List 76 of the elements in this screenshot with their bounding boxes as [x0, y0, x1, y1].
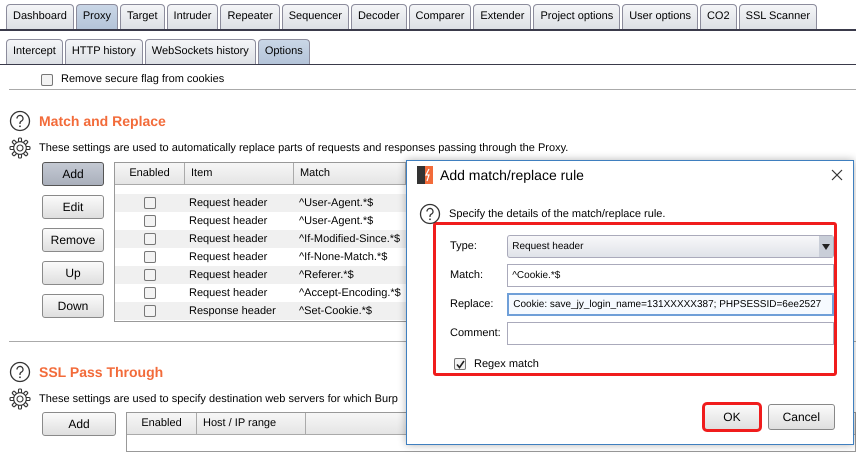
table-cell-text: Request header: [188, 232, 268, 247]
section-description: These settings are used to specify destination web servers for which Burp: [39, 392, 398, 407]
button[interactable]: Cancel: [768, 404, 835, 430]
settings-icon[interactable]: [9, 388, 31, 410]
checkbox[interactable]: [144, 233, 156, 245]
input-field[interactable]: Cookie: save_jy_login_name=131XXXXX387; PHPSESSID=6ee2527: [507, 293, 834, 316]
section-title: SSL Pass Through: [39, 362, 164, 382]
checkbox[interactable]: [144, 215, 156, 227]
table-cell-text: Response header: [188, 304, 277, 319]
checkbox[interactable]: [144, 269, 156, 281]
checkbox[interactable]: [41, 74, 53, 86]
table-cell-text: Request header: [188, 250, 268, 265]
table-cell-text: ^Accept-Encoding.*$: [298, 286, 402, 301]
tab[interactable]: Dashboard: [6, 4, 74, 29]
button[interactable]: OK: [704, 404, 760, 430]
help-icon[interactable]: [9, 110, 31, 132]
field-label: Replace:: [450, 297, 494, 312]
dialog-title: Add match/replace rule: [440, 166, 585, 185]
checkbox[interactable]: [144, 197, 156, 209]
table-cell-text: Request header: [188, 214, 268, 229]
checkbox-label: Remove secure flag from cookies: [61, 72, 224, 88]
field-label: Type:: [450, 239, 478, 254]
table-cell-text: Request header: [188, 196, 268, 211]
dialog-instructions: Specify the details of the match/replace rule.: [449, 206, 666, 222]
checkbox[interactable]: [144, 287, 156, 299]
checkbox-label: Regex match: [474, 356, 539, 372]
input-field[interactable]: ^Cookie.*$: [507, 264, 834, 287]
button[interactable]: Add: [42, 162, 104, 186]
dropdown[interactable]: Request header: [507, 235, 834, 258]
button[interactable]: Up: [42, 261, 104, 285]
checkbox[interactable]: [144, 305, 156, 317]
column-header[interactable]: Enabled: [115, 163, 185, 184]
tab[interactable]: Project options: [533, 4, 620, 29]
column-header[interactable]: Item: [185, 163, 294, 184]
tab[interactable]: Target: [120, 4, 165, 29]
tab[interactable]: SSL Scanner: [738, 4, 818, 29]
field-label: Match:: [450, 268, 484, 284]
table-cell-text: ^User-Agent.*$: [298, 214, 374, 229]
help-icon[interactable]: [419, 203, 441, 225]
checkbox[interactable]: [454, 358, 466, 370]
tab[interactable]: Intercept: [6, 39, 63, 64]
tab[interactable]: Extender: [473, 4, 532, 29]
dropdown-value: Request header: [512, 240, 584, 254]
section-description: These settings are used to automatically replace parts of requests and responses passing through the Proxy.: [39, 140, 568, 156]
checkbox[interactable]: [144, 251, 156, 263]
tab[interactable]: User options: [622, 4, 698, 29]
column-header[interactable]: Enabled: [127, 413, 197, 434]
table-cell-text: ^If-Modified-Since.*$: [298, 232, 402, 247]
app-logo-icon: [417, 166, 433, 184]
close-icon[interactable]: [831, 169, 843, 181]
tab[interactable]: Repeater: [220, 4, 280, 29]
column-header[interactable]: Host / IP range: [197, 413, 306, 434]
button[interactable]: Remove: [42, 228, 104, 252]
table-cell-text: Request header: [188, 286, 268, 301]
tab[interactable]: Proxy: [76, 4, 118, 29]
table-cell-text: ^Set-Cookie.*$: [298, 304, 374, 319]
tab[interactable]: Intruder: [166, 4, 218, 29]
button[interactable]: Down: [42, 294, 104, 318]
tab[interactable]: CO2: [700, 4, 737, 29]
table-cell-text: ^Referer.*$: [298, 268, 355, 283]
table-cell-text: Request header: [188, 268, 268, 283]
help-icon[interactable]: [9, 361, 31, 383]
table-cell-text: ^If-None-Match.*$: [298, 250, 388, 265]
input-field[interactable]: [507, 322, 834, 345]
section-title: Match and Replace: [39, 112, 166, 131]
tab[interactable]: HTTP history: [64, 39, 143, 64]
tab[interactable]: WebSockets history: [144, 39, 256, 64]
field-label: Comment:: [450, 326, 502, 342]
table-cell-text: ^User-Agent.*$: [298, 196, 374, 211]
button[interactable]: Add: [42, 412, 116, 436]
button[interactable]: Edit: [42, 195, 104, 219]
tab[interactable]: Decoder: [350, 4, 407, 29]
settings-icon[interactable]: [9, 137, 31, 159]
tab[interactable]: Sequencer: [282, 4, 349, 29]
tab[interactable]: Options: [258, 39, 310, 64]
tab[interactable]: Comparer: [408, 4, 472, 29]
